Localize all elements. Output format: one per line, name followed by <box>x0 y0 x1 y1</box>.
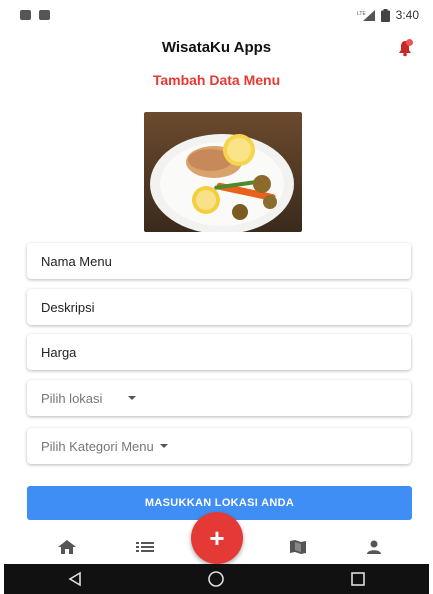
list-icon[interactable] <box>135 539 155 555</box>
location-select-label: Pilih lokasi <box>41 390 103 406</box>
status-right: LTE 3:40 <box>357 8 419 22</box>
status-time: 3:40 <box>395 8 419 22</box>
category-select-label: Pilih Kategori Menu <box>41 438 154 454</box>
app-title: WisataKu Apps <box>161 38 272 56</box>
recents-button[interactable] <box>348 569 368 589</box>
food-image <box>144 112 302 232</box>
dropdown-arrow-icon <box>128 396 137 400</box>
description-value: Deskripsi <box>41 299 95 315</box>
back-button[interactable] <box>65 569 85 589</box>
back-triangle-icon <box>68 571 81 587</box>
add-button-label: + <box>209 523 225 553</box>
price-field[interactable]: Harga <box>27 334 411 370</box>
location-select[interactable]: Pilih lokasi <box>27 380 411 416</box>
menu-name-value: Nama Menu <box>41 253 112 269</box>
dropdown-arrow-icon <box>159 444 168 448</box>
page-title: Tambah Data Menu <box>152 72 281 88</box>
status-left <box>20 10 50 20</box>
category-select[interactable]: Pilih Kategori Menu <box>27 428 411 464</box>
notification-icon <box>20 10 31 20</box>
price-value: Harga <box>41 344 77 360</box>
bell-icon[interactable] <box>395 38 415 58</box>
system-nav-bar <box>4 564 429 594</box>
signal-icon: LTE <box>357 10 375 21</box>
description-field[interactable]: Deskripsi <box>27 289 411 325</box>
home-icon[interactable] <box>57 539 77 555</box>
add-button[interactable]: + <box>191 512 243 564</box>
map-icon[interactable] <box>288 539 308 555</box>
notification-icon <box>39 10 50 20</box>
person-icon[interactable] <box>364 539 384 555</box>
home-circle-icon <box>208 571 225 587</box>
menu-name-field[interactable]: Nama Menu <box>27 243 411 279</box>
recents-square-icon <box>351 572 365 586</box>
status-bar: LTE 3:40 <box>0 0 433 30</box>
battery-icon <box>380 8 390 22</box>
home-system-button[interactable] <box>206 569 226 589</box>
svg-text:LTE: LTE <box>357 11 366 17</box>
submit-button-label: MASUKKAN LOKASI ANDA <box>144 497 295 509</box>
app-bar: WisataKu Apps <box>0 30 433 64</box>
